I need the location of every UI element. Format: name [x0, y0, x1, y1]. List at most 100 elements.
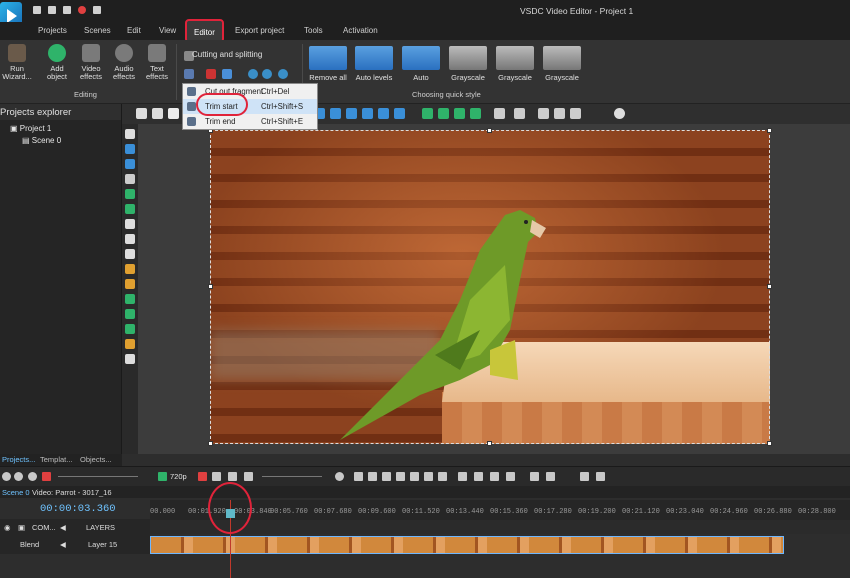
- rectangle-tool-icon[interactable]: [125, 144, 135, 154]
- move-icon[interactable]: [378, 108, 389, 119]
- preview-icon[interactable]: [158, 472, 167, 481]
- resize-handle[interactable]: [487, 441, 492, 446]
- link-icon[interactable]: [530, 472, 539, 481]
- cut-icon[interactable]: [136, 108, 147, 119]
- next-frame-icon[interactable]: [424, 472, 433, 481]
- stop-icon[interactable]: [212, 472, 221, 481]
- line-tool-icon[interactable]: [125, 174, 135, 184]
- tab-objects[interactable]: Objects...: [80, 455, 112, 464]
- tab-view[interactable]: View: [159, 26, 176, 35]
- go-end-icon[interactable]: [438, 472, 447, 481]
- zoom-out-icon[interactable]: [14, 472, 23, 481]
- cut-tool-icon[interactable]: [184, 69, 194, 79]
- prev-frame-icon[interactable]: [368, 472, 377, 481]
- rewind-icon[interactable]: [382, 472, 391, 481]
- copy-icon[interactable]: [152, 108, 163, 119]
- subtitle-tool-icon[interactable]: [125, 234, 135, 244]
- align-right-icon[interactable]: [346, 108, 357, 119]
- clock-icon[interactable]: [335, 472, 344, 481]
- resize-handle[interactable]: [208, 441, 213, 446]
- new-project-icon[interactable]: [33, 6, 41, 14]
- ellipse-tool-icon[interactable]: [125, 189, 135, 199]
- text-tool-icon[interactable]: [125, 219, 135, 229]
- fill-icon[interactable]: [570, 108, 581, 119]
- audio-effects-button[interactable]: Audio effects: [109, 44, 139, 81]
- stretch-icon[interactable]: [394, 108, 405, 119]
- unlink-icon[interactable]: [546, 472, 555, 481]
- move-tool-icon[interactable]: [125, 354, 135, 364]
- go-start-icon[interactable]: [354, 472, 363, 481]
- settings-icon[interactable]: [93, 6, 101, 14]
- zoom-slider[interactable]: [58, 476, 138, 477]
- zoom-in-icon[interactable]: [2, 472, 11, 481]
- timeline-undo-icon[interactable]: [580, 472, 589, 481]
- zoom-100-icon[interactable]: [28, 472, 37, 481]
- style-grayscale-thumb-2[interactable]: [496, 46, 534, 70]
- speed-icon[interactable]: [278, 69, 288, 79]
- distribute-icon[interactable]: [362, 108, 373, 119]
- spectrum-tool-icon[interactable]: [125, 339, 135, 349]
- tab-activation[interactable]: Activation: [343, 26, 378, 35]
- rotate-right-icon[interactable]: [262, 69, 272, 79]
- polygon-tool-icon[interactable]: [125, 204, 135, 214]
- tab-edit[interactable]: Edit: [127, 26, 141, 35]
- loop-icon[interactable]: [228, 472, 237, 481]
- style-grayscale-thumb-1[interactable]: [449, 46, 487, 70]
- resize-handle[interactable]: [208, 284, 213, 289]
- speaker-icon[interactable]: ◀: [60, 540, 66, 549]
- resize-handle[interactable]: [487, 128, 492, 133]
- video-clip[interactable]: [150, 536, 784, 554]
- play-icon[interactable]: [198, 472, 207, 481]
- undo-icon[interactable]: [244, 472, 253, 481]
- style-remove-all-thumb[interactable]: [309, 46, 347, 70]
- video-effects-button[interactable]: Video effects: [76, 44, 106, 81]
- split-icon[interactable]: [458, 472, 467, 481]
- fit-icon[interactable]: [554, 108, 565, 119]
- video-tool-icon[interactable]: [125, 324, 135, 334]
- timeline-tool-icon[interactable]: [490, 472, 499, 481]
- bring-forward-icon[interactable]: [454, 108, 465, 119]
- resize-handle[interactable]: [767, 284, 772, 289]
- volume-slider[interactable]: [262, 476, 322, 477]
- gear-icon[interactable]: [614, 108, 625, 119]
- animation-tool-icon[interactable]: [125, 279, 135, 289]
- tree-item-project[interactable]: ▣ Project 1: [10, 124, 51, 133]
- snap-icon[interactable]: [506, 472, 515, 481]
- blend-label[interactable]: Blend: [20, 540, 39, 549]
- scene-tab[interactable]: Scene 0: [2, 488, 30, 497]
- timeline-redo-icon[interactable]: [596, 472, 605, 481]
- tab-scenes[interactable]: Scenes: [84, 26, 111, 35]
- selection-frame[interactable]: [210, 130, 770, 444]
- timeline-ruler[interactable]: 00.000 00:01.920 00:03.840 00:05.760 00:…: [150, 500, 850, 522]
- tab-projects[interactable]: Projects: [38, 26, 67, 35]
- quality-select[interactable]: 720p: [170, 472, 187, 481]
- resize-handle[interactable]: [767, 128, 772, 133]
- arrow-down-icon[interactable]: [438, 108, 449, 119]
- align-center-icon[interactable]: [330, 108, 341, 119]
- image-tool-icon[interactable]: [125, 294, 135, 304]
- open-project-icon[interactable]: [48, 6, 56, 14]
- trim-tool-icon[interactable]: [206, 69, 216, 79]
- tab-export-project[interactable]: Export project: [235, 26, 284, 35]
- style-auto-levels-thumb[interactable]: [355, 46, 393, 70]
- paste-icon[interactable]: [168, 108, 179, 119]
- marker-icon[interactable]: [42, 472, 51, 481]
- tab-projects-explorer[interactable]: Projects...: [2, 455, 35, 464]
- balloon-tool-icon[interactable]: [125, 249, 135, 259]
- resize-icon[interactable]: [538, 108, 549, 119]
- forward-icon[interactable]: [410, 472, 419, 481]
- composition-track[interactable]: [150, 520, 850, 534]
- add-object-button[interactable]: Add object: [40, 44, 74, 81]
- rotate-left-icon[interactable]: [248, 69, 258, 79]
- ungroup-icon[interactable]: [514, 108, 525, 119]
- video-tab[interactable]: Video: Parrot - 3017_16: [32, 488, 112, 497]
- group-icon[interactable]: [494, 108, 505, 119]
- region-tool-icon[interactable]: [125, 159, 135, 169]
- lock-icon[interactable]: ▣: [18, 523, 25, 532]
- menu-item-trim-end[interactable]: Trim end Ctrl+Shift+E: [183, 114, 317, 129]
- style-grayscale-thumb-3[interactable]: [543, 46, 581, 70]
- cursor-icon[interactable]: [125, 129, 135, 139]
- crop-tool-icon[interactable]: [222, 69, 232, 79]
- run-wizard-button[interactable]: Run Wizard...: [2, 44, 32, 81]
- send-back-icon[interactable]: [470, 108, 481, 119]
